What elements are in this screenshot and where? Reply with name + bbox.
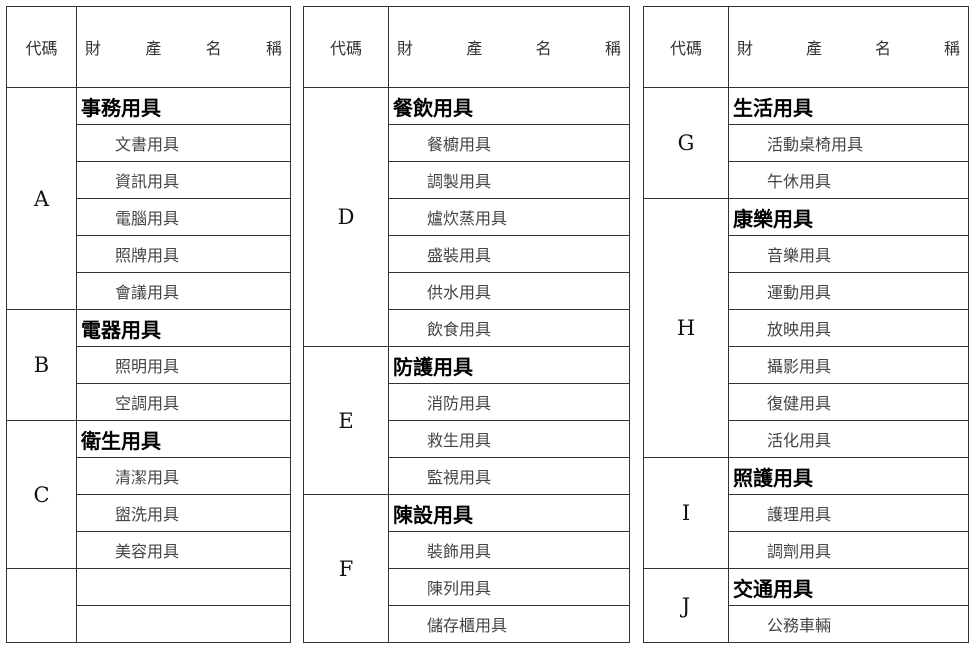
group-code: C (6, 420, 77, 569)
header-code: 代碼 (6, 6, 77, 88)
header-char: 名 (205, 39, 222, 58)
item-name: 美容用具 (76, 531, 291, 569)
header-char: 財 (85, 39, 102, 58)
item-name: 活化用具 (728, 420, 969, 458)
header-name: 財 產 名 稱 (728, 6, 969, 88)
item-name: 清潔用具 (76, 457, 291, 495)
item-name: 盛裝用具 (388, 235, 630, 273)
item-name: 音樂用具 (728, 235, 969, 273)
item-name: 攝影用具 (728, 346, 969, 384)
item-name: 救生用具 (388, 420, 630, 458)
classification-table-3: 代碼 財 產 名 稱 G 生活用具 活動桌椅用具 午休用具 H 康樂用具 音樂用… (643, 6, 969, 643)
item-name: 陳列用具 (388, 568, 630, 606)
item-name: 消防用具 (388, 383, 630, 421)
item-name: 午休用具 (728, 161, 969, 199)
item-name: 會議用具 (76, 272, 291, 310)
item-name: 照牌用具 (76, 235, 291, 273)
category-name: 照護用具 (728, 457, 969, 495)
group-code: J (643, 568, 729, 643)
empty-cell (6, 568, 77, 643)
header-name: 財 產 名 稱 (76, 6, 291, 88)
category-name: 康樂用具 (728, 198, 969, 236)
category-name: 衛生用具 (76, 420, 291, 458)
category-name: 陳設用具 (388, 494, 630, 532)
header-char: 名 (874, 39, 891, 58)
group-code: F (303, 494, 389, 643)
header-char: 產 (805, 39, 822, 58)
item-name: 裝飾用具 (388, 531, 630, 569)
item-name: 放映用具 (728, 309, 969, 347)
group-code: D (303, 87, 389, 347)
item-name: 復健用具 (728, 383, 969, 421)
classification-table-2: 代碼 財 產 名 稱 D 餐飲用具 餐櫥用具 調製用具 爐炊蒸用具 盛裝用具 供… (303, 6, 630, 643)
item-name: 儲存櫃用具 (388, 605, 630, 643)
group-code: I (643, 457, 729, 569)
header-code: 代碼 (643, 6, 729, 88)
group-code: H (643, 198, 729, 458)
item-name: 照明用具 (76, 346, 291, 384)
header-char: 產 (145, 39, 162, 58)
header-char: 財 (737, 39, 754, 58)
item-name: 飲食用具 (388, 309, 630, 347)
item-name: 供水用具 (388, 272, 630, 310)
header-code: 代碼 (303, 6, 389, 88)
property-classification-tables: 代碼 財 產 名 稱 A 事務用具 文書用具 資訊用具 電腦用具 照牌用具 會議… (6, 6, 969, 643)
header-char: 稱 (604, 39, 621, 58)
category-name: 事務用具 (76, 87, 291, 125)
classification-table-1: 代碼 財 產 名 稱 A 事務用具 文書用具 資訊用具 電腦用具 照牌用具 會議… (6, 6, 291, 643)
category-name: 防護用具 (388, 346, 630, 384)
group-code: G (643, 87, 729, 199)
item-name: 文書用具 (76, 124, 291, 162)
group-code: B (6, 309, 77, 421)
category-name: 餐飲用具 (388, 87, 630, 125)
group-code: E (303, 346, 389, 495)
header-char: 產 (466, 39, 483, 58)
header-char: 名 (535, 39, 552, 58)
header-char: 稱 (943, 39, 960, 58)
group-code: A (6, 87, 77, 310)
category-name: 生活用具 (728, 87, 969, 125)
empty-cell (76, 568, 291, 606)
item-name: 公務車輛 (728, 605, 969, 643)
item-name: 資訊用具 (76, 161, 291, 199)
header-char: 稱 (265, 39, 282, 58)
item-name: 調劑用具 (728, 531, 969, 569)
item-name: 調製用具 (388, 161, 630, 199)
header-name: 財 產 名 稱 (388, 6, 630, 88)
category-name: 交通用具 (728, 568, 969, 606)
header-char: 財 (397, 39, 414, 58)
item-name: 活動桌椅用具 (728, 124, 969, 162)
item-name: 電腦用具 (76, 198, 291, 236)
category-name: 電器用具 (76, 309, 291, 347)
item-name: 盥洗用具 (76, 494, 291, 532)
item-name: 護理用具 (728, 494, 969, 532)
item-name: 監視用具 (388, 457, 630, 495)
item-name: 爐炊蒸用具 (388, 198, 630, 236)
item-name: 餐櫥用具 (388, 124, 630, 162)
item-name: 空調用具 (76, 383, 291, 421)
item-name: 運動用具 (728, 272, 969, 310)
empty-cell (76, 605, 291, 643)
